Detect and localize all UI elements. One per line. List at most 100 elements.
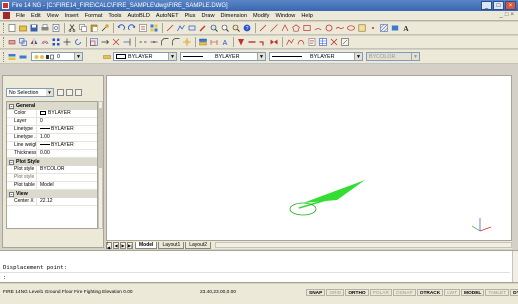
region-icon[interactable]	[390, 24, 399, 33]
polygon-icon[interactable]	[291, 24, 300, 33]
mirror-icon[interactable]	[29, 38, 38, 47]
text-style-icon[interactable]: A	[220, 38, 229, 47]
linetype-dropdown-arrow-icon[interactable]: ▼	[257, 53, 265, 60]
fitting-icon[interactable]	[258, 38, 267, 47]
close-button[interactable]: ×	[505, 1, 516, 10]
fillet-icon[interactable]	[171, 38, 180, 47]
document-icon[interactable]	[3, 12, 10, 19]
selection-arc[interactable]	[289, 202, 317, 216]
circle-icon[interactable]	[324, 24, 333, 33]
properties-icon[interactable]	[138, 24, 147, 33]
layer-manager-icon[interactable]	[198, 38, 207, 47]
property-row[interactable]: Color BYLAYER	[7, 110, 97, 118]
coordinate-readout[interactable]: 23.40,23.00,0.00	[200, 290, 236, 295]
command-scrollbar[interactable]	[512, 251, 518, 282]
layer-dropdown-arrow-icon[interactable]: ▼	[74, 53, 82, 60]
toggle-model[interactable]: MODEL	[461, 289, 485, 296]
drawing-area[interactable]	[106, 75, 512, 241]
trim-icon[interactable]	[111, 38, 120, 47]
menu-tools[interactable]: Tools	[105, 13, 124, 19]
make-layer-current-icon[interactable]	[102, 52, 111, 61]
scale-icon[interactable]	[89, 38, 98, 47]
new-icon[interactable]	[7, 24, 16, 33]
color-dropdown-arrow-icon[interactable]: ▼	[168, 53, 176, 60]
undo-icon[interactable]	[116, 24, 125, 33]
zoom-realtime-icon[interactable]	[209, 24, 218, 33]
doc-close-button[interactable]: ×	[510, 12, 514, 18]
pipe-icon[interactable]	[247, 38, 256, 47]
lineweight-dropdown-arrow-icon[interactable]: ▼	[354, 53, 362, 60]
prev-tab-icon[interactable]: ◀	[113, 241, 119, 249]
break-icon[interactable]	[138, 38, 147, 47]
toggle-grid[interactable]: GRID	[326, 289, 345, 296]
property-row[interactable]: Line weight BYLAYER	[7, 142, 97, 150]
command-prompt[interactable]: :	[3, 275, 6, 281]
property-row[interactable]: Layer 0	[7, 118, 97, 126]
menu-view[interactable]: View	[44, 13, 62, 19]
copy-object-icon[interactable]	[18, 38, 27, 47]
zoom-window-icon[interactable]	[220, 24, 229, 33]
toggle-osnap[interactable]: OSNAP	[392, 289, 416, 296]
stretch-icon[interactable]	[100, 38, 109, 47]
network-icon[interactable]	[296, 38, 305, 47]
point-icon[interactable]	[368, 24, 377, 33]
rectangle-icon[interactable]	[187, 24, 196, 33]
array-icon[interactable]	[51, 38, 60, 47]
toggle-ortho[interactable]: ORTHO	[345, 289, 369, 296]
toggle-dyn[interactable]: DYN	[510, 289, 518, 296]
toolbar-grip[interactable]	[3, 51, 5, 62]
first-tab-icon[interactable]: |◀	[106, 240, 112, 250]
command-window[interactable]: Displacement point: :	[0, 250, 518, 283]
selection-dropdown[interactable]: No Selection ▼	[6, 88, 54, 97]
toolbar-grip[interactable]	[3, 37, 5, 47]
erase-icon[interactable]	[7, 38, 16, 47]
menu-dimension[interactable]: Dimension	[218, 13, 250, 19]
toolbar-grip[interactable]	[3, 23, 5, 33]
palette-scrollbar[interactable]	[98, 101, 103, 229]
chamfer-icon[interactable]	[160, 38, 169, 47]
ellipse-icon[interactable]	[346, 24, 355, 33]
color-dropdown[interactable]: BYLAYER ▼	[113, 52, 177, 61]
linetype-dropdown[interactable]: BYLAYER ▼	[180, 52, 266, 61]
rotate-icon[interactable]	[73, 38, 82, 47]
toggle-lwt[interactable]: LWT	[444, 289, 461, 296]
explode-icon[interactable]	[182, 38, 191, 47]
sprinkler-icon[interactable]	[236, 38, 245, 47]
doc-restore-button[interactable]: □	[505, 12, 509, 18]
redo-icon[interactable]	[127, 24, 136, 33]
property-row[interactable]: Plot style BYCOLOR	[7, 166, 97, 174]
match-properties-icon[interactable]	[100, 24, 109, 33]
menu-modify[interactable]: Modify	[250, 13, 272, 19]
property-row[interactable]: Linetype BYLAYER	[7, 126, 97, 134]
draw-line-icon[interactable]	[258, 24, 267, 33]
tab-layout1[interactable]: Layout1	[158, 241, 185, 249]
selection-arrow-icon[interactable]: ▼	[46, 89, 53, 96]
paste-icon[interactable]	[89, 24, 98, 33]
layer-previous-icon[interactable]	[18, 52, 27, 61]
offset-icon[interactable]	[40, 38, 49, 47]
property-row[interactable]: Thickness 0.00	[7, 150, 97, 158]
polyline2-icon[interactable]	[280, 24, 289, 33]
dimension-icon[interactable]	[209, 38, 218, 47]
line-icon[interactable]	[165, 24, 174, 33]
toggle-pickadd-icon[interactable]	[57, 89, 64, 96]
collapse-icon[interactable]: −	[9, 103, 14, 109]
extend-icon[interactable]	[122, 38, 131, 47]
zoom-previous-icon[interactable]	[231, 24, 240, 33]
property-row[interactable]: Linetype ... 1.00	[7, 134, 97, 142]
menu-format[interactable]: Format	[82, 13, 106, 19]
toggle-polar[interactable]: POLAR	[369, 289, 392, 296]
construction-line-icon[interactable]	[269, 24, 278, 33]
next-tab-icon[interactable]: ▶	[120, 241, 126, 249]
toggle-snap[interactable]: SNAP	[306, 289, 326, 296]
menu-help[interactable]: Help	[298, 13, 316, 19]
tab-layout2[interactable]: Layout2	[185, 241, 212, 249]
design-center-icon[interactable]	[149, 24, 158, 33]
toggle-otrack[interactable]: OTRACK	[416, 289, 444, 296]
menu-edit[interactable]: Edit	[28, 13, 44, 19]
collapse-icon[interactable]: −	[9, 159, 14, 165]
last-tab-icon[interactable]: ▶|	[127, 241, 133, 249]
draw-rectangle-icon[interactable]	[302, 24, 311, 33]
select-objects-icon[interactable]	[66, 89, 73, 96]
property-row[interactable]: Plot table ... Model	[7, 182, 97, 190]
